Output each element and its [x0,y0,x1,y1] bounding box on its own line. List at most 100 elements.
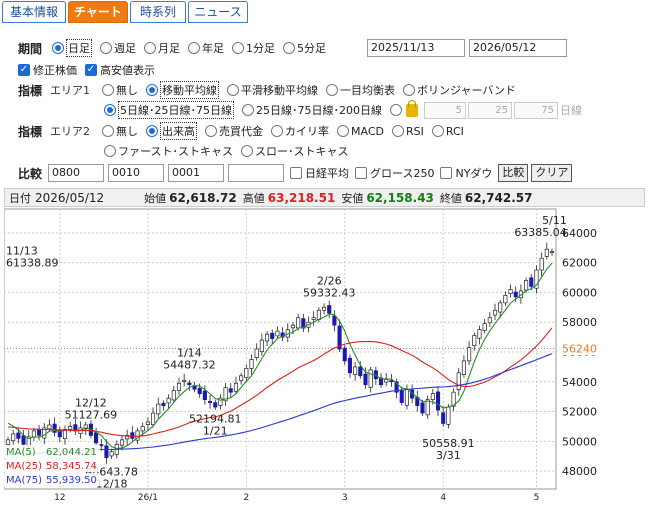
checkbox-icon[interactable] [440,167,453,179]
candle-body [461,360,466,375]
radio-icon[interactable] [271,125,284,137]
radio-selected-icon[interactable] [146,125,159,137]
candle-body [425,399,430,416]
candle-body [544,248,549,257]
compare-nydow-check[interactable]: NYダウ [440,165,492,181]
compare-row: 比較 0800 0010 0001 日経平均 グロース250 NYダウ 比較 ク… [18,163,573,183]
compare-code-input-4[interactable] [228,164,285,182]
candle-body [259,339,264,353]
ind2-option-deviation[interactable]: カイリ率 [271,123,329,139]
checkbox-icon[interactable] [290,167,303,179]
candle-body [492,309,498,316]
compare-growth-check[interactable]: グロース250 [355,165,434,181]
checkmark-icon[interactable]: ✓ [85,64,97,76]
radio-icon[interactable] [188,42,201,54]
radio-icon[interactable] [104,145,116,157]
ma-custom-input-2[interactable]: 25 [468,101,512,119]
ma-custom-input-1[interactable]: 5 [424,101,466,119]
compare-code-input-2[interactable]: 0010 [108,164,165,182]
radio-icon[interactable] [242,104,254,116]
end-date-input[interactable]: 2026/05/12 [469,39,567,57]
radio-icon[interactable] [232,42,245,54]
price-chart-svg[interactable]: 4800050000520005400056000580006000062000… [3,207,645,504]
y-tick-label: 58000 [562,316,597,329]
period-option-monthly[interactable]: 月足 [144,40,180,56]
radio-icon[interactable] [326,84,339,96]
ind2-option-macd[interactable]: MACD [337,125,384,138]
compare-nikkei-check[interactable]: 日経平均 [290,165,349,181]
candle-body [166,397,171,404]
quote-open: 62,618.72 [169,190,237,205]
ind1-option-bollinger[interactable]: ボリンジャーバンド [403,82,516,98]
ind2-option-turnover[interactable]: 売買代金 [205,123,263,139]
high-low-display-check[interactable]: ✓ 高安値表示 [85,62,155,78]
annotation-value: 63385.04 [514,226,567,239]
radio-icon[interactable] [431,125,444,137]
ma-custom-input-3[interactable]: 75 [514,101,558,119]
candle-body [5,439,11,445]
candle-body [404,388,409,406]
radio-icon[interactable] [100,42,113,54]
annotation-value: 59332.43 [303,286,356,299]
radio-selected-icon[interactable] [52,42,65,54]
price-chart[interactable]: 4800050000520005400056000580006000062000… [3,207,645,504]
radio-icon[interactable] [240,145,253,157]
period-option-weekly[interactable]: 週足 [100,40,136,56]
period-option-5min[interactable]: 5分足 [283,40,326,56]
radio-icon[interactable] [283,42,296,54]
adjusted-price-check[interactable]: ✓ 修正株価 [18,62,77,78]
y-tick-label: 60000 [562,286,597,299]
candle-body [11,433,16,442]
compare-code-input-1[interactable]: 0800 [48,164,105,182]
candle-body [254,348,259,358]
period-option-yearly[interactable]: 年足 [188,40,224,56]
ind1-option-ichimoku[interactable]: 一目均衡表 [326,82,395,98]
x-tick-label: 26/1 [138,493,158,503]
ind2-option-none[interactable]: 無し [102,123,138,139]
y-tick-label: 64000 [562,227,597,240]
period-option-daily[interactable]: 日足 [52,39,93,57]
checkmark-icon[interactable]: ✓ [18,64,30,76]
radio-icon[interactable] [102,125,115,137]
ind2-option-rci[interactable]: RCI [431,125,464,138]
ind1-option-none[interactable]: 無し [102,82,138,98]
ind2-option-fast-stoch[interactable]: ファースト･ストキャス [104,143,233,159]
ma-custom-radio[interactable] [390,104,402,116]
radio-icon[interactable] [337,125,350,137]
radio-icon[interactable] [102,84,115,96]
radio-selected-icon[interactable] [104,104,116,116]
clear-button[interactable]: クリア [531,164,573,182]
candle-body [332,315,337,326]
ind1-option-ma[interactable]: 移動平均線 [146,81,220,99]
candle-body [363,373,368,386]
tab-chart[interactable]: チャート [68,1,128,23]
compare-code-input-3[interactable]: 0001 [168,164,225,182]
candle-body [487,317,492,324]
radio-icon[interactable] [403,84,416,96]
candle-body [529,277,534,287]
radio-icon[interactable] [392,125,404,137]
ma-option-5-25-75[interactable]: 5日線･25日線･75日線 [104,101,234,119]
tab-news[interactable]: ニュース [188,1,248,23]
tab-timeseries[interactable]: 時系列 [130,1,186,23]
radio-icon[interactable] [227,84,240,96]
candle-body [202,390,207,400]
period-option-1min[interactable]: 1分足 [232,40,275,56]
radio-selected-icon[interactable] [146,84,159,96]
compare-button[interactable]: 比較 [498,164,529,182]
radio-icon[interactable] [144,42,157,54]
start-date-input[interactable]: 2025/11/13 [367,39,465,57]
y-tick-label: 62000 [562,257,597,270]
legend-value: 62,044.21 [46,447,97,458]
candle-body [176,382,182,392]
ind2-option-volume[interactable]: 出来高 [146,122,198,140]
candle-body [47,424,52,430]
candle-body [249,359,254,369]
radio-icon[interactable] [205,125,218,137]
ind1-option-ema[interactable]: 平滑移動平均線 [227,82,318,98]
ind2-option-slow-stoch[interactable]: スロー･ストキャス [240,143,348,159]
tab-basic-info[interactable]: 基本情報 [2,1,66,23]
ma-option-25-75-200[interactable]: 25日線･75日線･200日線 [242,102,382,118]
checkbox-icon[interactable] [355,167,368,179]
ind2-option-rsi[interactable]: RSI [392,125,424,138]
